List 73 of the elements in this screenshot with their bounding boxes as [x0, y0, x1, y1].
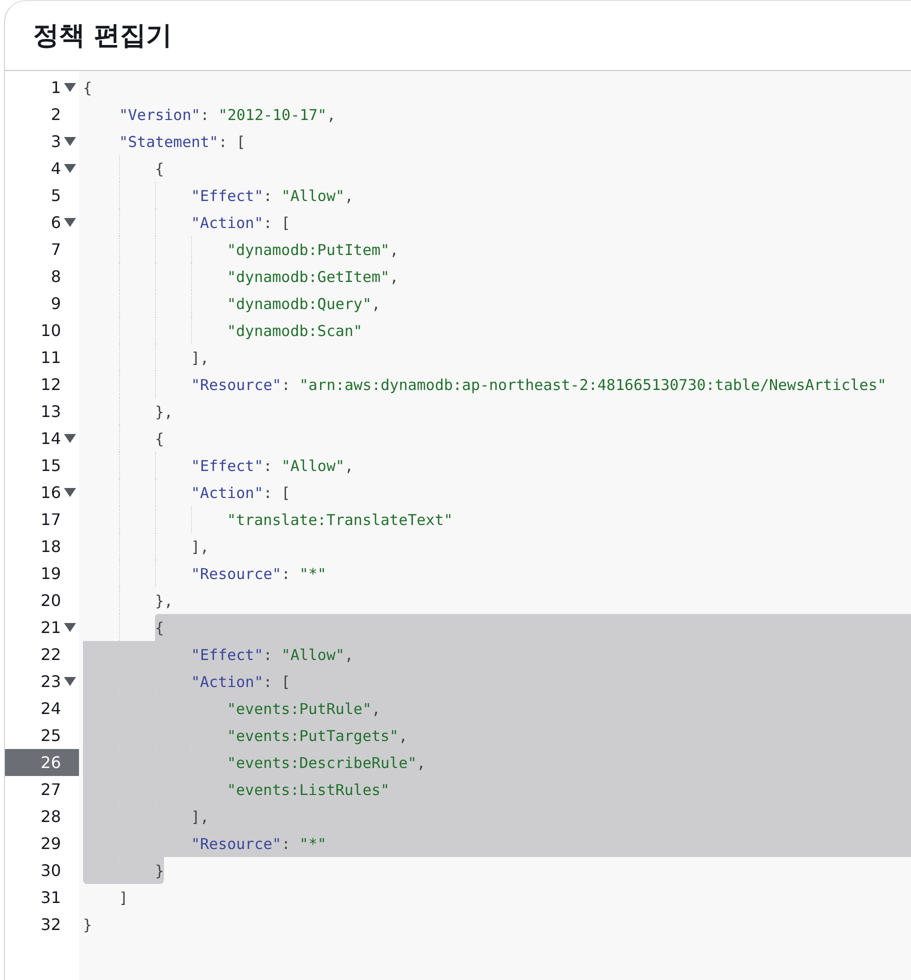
line-number: 4 — [50, 159, 61, 178]
code-line: { — [155, 160, 164, 178]
line-number: 24 — [40, 699, 61, 718]
line-number: 30 — [40, 861, 61, 880]
caret-icon[interactable] — [64, 623, 76, 632]
line-number: 16 — [40, 483, 61, 502]
code-line: "Effect": "Allow", — [191, 646, 354, 664]
caret-icon[interactable] — [64, 164, 76, 173]
code-line: "dynamodb:PutItem", — [227, 240, 399, 258]
line-number: 1 — [50, 78, 61, 97]
line-number: 12 — [40, 375, 61, 394]
line-number: 15 — [40, 456, 61, 475]
code-line: "Action": [ — [191, 672, 290, 690]
line-number: 23 — [40, 672, 61, 691]
code-line: { — [83, 78, 92, 96]
caret-icon[interactable] — [64, 137, 76, 146]
code-line: "events:PutTargets", — [227, 726, 408, 744]
line-number: 5 — [50, 186, 61, 205]
line-number: 26 — [40, 753, 61, 772]
code-line: } — [83, 916, 92, 934]
code-line: ], — [191, 348, 210, 366]
window-title: 정책 편집기 — [33, 20, 172, 53]
code-line: "dynamodb:Scan" — [227, 322, 362, 340]
code-line: { — [155, 618, 164, 636]
code-line: "events:PutRule", — [227, 700, 381, 718]
line-number: 28 — [40, 807, 61, 826]
line-number: 2 — [50, 105, 61, 124]
caret-icon[interactable] — [64, 83, 76, 92]
code-line: }, — [155, 402, 174, 420]
code-line: "events:DescribeRule", — [227, 754, 426, 772]
line-number: 31 — [40, 888, 61, 907]
line-number: 29 — [40, 834, 61, 853]
code-line: "Action": [ — [191, 484, 290, 502]
line-number: 11 — [40, 348, 61, 367]
line-number: 6 — [50, 213, 61, 232]
caret-icon[interactable] — [64, 434, 76, 443]
code-line: "Resource": "*" — [191, 834, 326, 852]
code-line: } — [155, 862, 164, 880]
line-number: 7 — [50, 240, 61, 259]
line-number: 14 — [40, 429, 61, 448]
code-line: "Statement": [ — [119, 132, 246, 150]
line-number: 20 — [40, 591, 61, 610]
code-line: "Resource": "*" — [191, 564, 326, 582]
caret-icon[interactable] — [64, 488, 76, 497]
code-line: { — [155, 430, 164, 448]
code-line: "Effect": "Allow", — [191, 186, 354, 204]
line-number: 17 — [40, 510, 61, 529]
code-line: ], — [191, 808, 210, 826]
code-line: "translate:TranslateText" — [227, 510, 453, 528]
code-line: "Resource": "arn:aws:dynamodb:ap-northeast-2:481665130730:table/NewsArticles" — [191, 376, 886, 394]
line-number: 27 — [40, 780, 61, 799]
caret-icon[interactable] — [64, 218, 76, 227]
code-line: "dynamodb:GetItem", — [227, 268, 399, 286]
code-line: }, — [155, 592, 174, 610]
line-number: 32 — [40, 915, 61, 934]
line-number: 18 — [40, 537, 61, 556]
line-number: 22 — [40, 645, 61, 664]
code-line: ], — [191, 538, 210, 556]
line-number: 19 — [40, 564, 61, 583]
code-line: "Version": "2012-10-17", — [119, 106, 336, 124]
line-number: 9 — [50, 294, 61, 313]
code-line: "dynamodb:Query", — [227, 294, 381, 312]
line-number: 10 — [40, 321, 61, 340]
line-number: 21 — [40, 618, 61, 637]
line-number: 8 — [50, 267, 61, 286]
code-line: ] — [119, 888, 128, 906]
caret-icon[interactable] — [64, 677, 76, 686]
line-number: 25 — [40, 726, 61, 745]
code-line: "events:ListRules" — [227, 780, 390, 798]
code-line: "Effect": "Allow", — [191, 456, 354, 474]
line-number: 13 — [40, 402, 61, 421]
line-number: 3 — [50, 132, 61, 151]
code-line: "Action": [ — [191, 214, 290, 232]
